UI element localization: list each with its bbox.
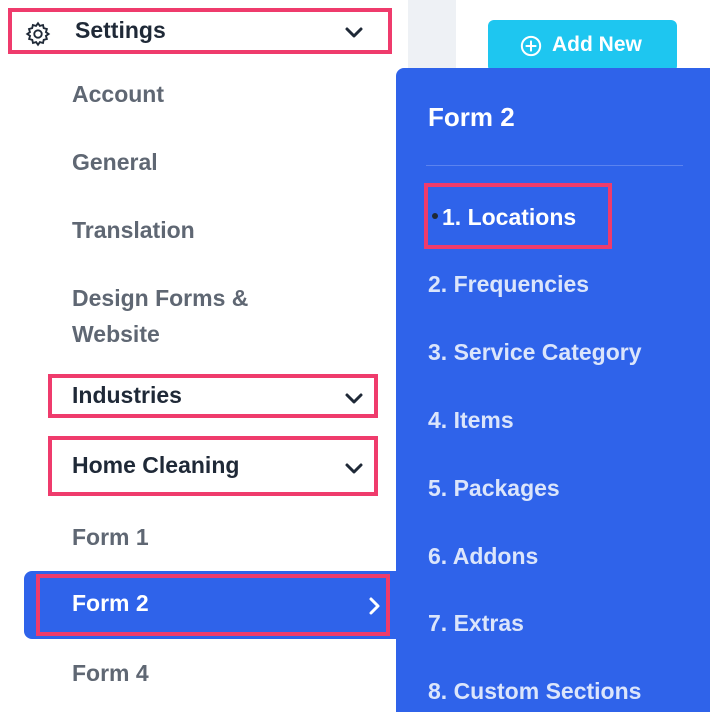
sidebar-item-home-cleaning[interactable]: Home Cleaning xyxy=(48,436,378,496)
settings-header[interactable]: Settings xyxy=(8,8,392,54)
submenu-item-packages[interactable]: 5. Packages xyxy=(428,475,560,502)
sidebar-item-account[interactable]: Account xyxy=(72,76,164,112)
submenu-item-custom-sections[interactable]: 8. Custom Sections xyxy=(428,678,641,705)
form-2-submenu: Form 2 1. Locations 2. Frequencies 3. Se… xyxy=(396,68,710,712)
chevron-right-icon xyxy=(362,594,386,618)
settings-sidebar: Settings Account General Translation Des… xyxy=(0,0,408,712)
gear-icon xyxy=(24,20,52,48)
chevron-down-icon xyxy=(342,456,366,480)
sidebar-item-industries[interactable]: Industries xyxy=(48,374,378,418)
chevron-down-icon xyxy=(342,386,366,410)
industries-label: Industries xyxy=(72,382,182,408)
sidebar-item-general[interactable]: General xyxy=(72,144,158,180)
submenu-item-extras[interactable]: 7. Extras xyxy=(428,610,524,637)
sidebar-item-form-2[interactable]: Form 2 xyxy=(36,574,390,636)
home-cleaning-label: Home Cleaning xyxy=(72,452,240,478)
add-new-label: Add New xyxy=(552,33,642,56)
form-2-label: Form 2 xyxy=(72,590,149,616)
submenu-title: Form 2 xyxy=(428,102,515,132)
locations-label: 1. Locations xyxy=(442,204,577,230)
sidebar-item-form-1[interactable]: Form 1 xyxy=(72,519,149,555)
sidebar-item-design-forms[interactable]: Design Forms & Website xyxy=(72,280,292,352)
sidebar-item-form-4[interactable]: Form 4 xyxy=(72,655,149,691)
chevron-down-icon[interactable] xyxy=(342,20,366,44)
submenu-item-addons[interactable]: 6. Addons xyxy=(428,543,538,570)
settings-label: Settings xyxy=(75,17,166,43)
plus-circle-icon xyxy=(520,35,542,57)
submenu-item-frequencies[interactable]: 2. Frequencies xyxy=(428,271,589,298)
submenu-item-locations[interactable]: 1. Locations xyxy=(424,183,612,249)
add-new-button[interactable]: Add New xyxy=(488,20,677,72)
submenu-divider xyxy=(426,165,683,166)
submenu-item-items[interactable]: 4. Items xyxy=(428,407,514,434)
submenu-item-service-category[interactable]: 3. Service Category xyxy=(428,339,642,366)
sidebar-item-translation[interactable]: Translation xyxy=(72,212,195,248)
